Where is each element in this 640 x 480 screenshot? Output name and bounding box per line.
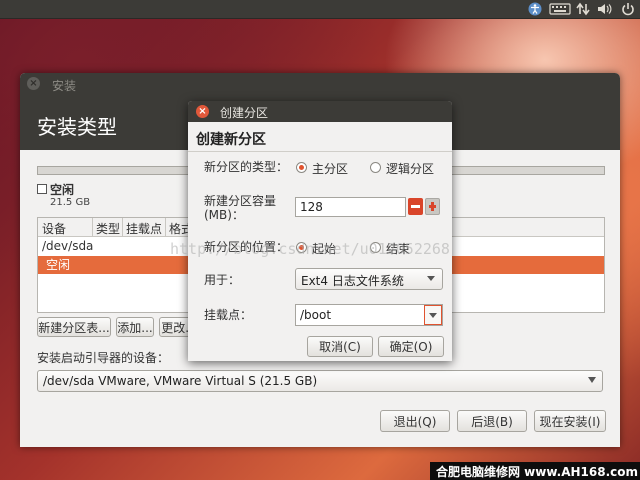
use-as-select[interactable]: Ext4 日志文件系统 xyxy=(295,268,443,290)
size-input[interactable]: 128 xyxy=(295,197,406,217)
radio-logical-label[interactable]: 逻辑分区 xyxy=(386,160,434,177)
free-space-size: 21.5 GB xyxy=(50,197,91,208)
mount-point-label: 挂载点： xyxy=(204,308,253,322)
power-icon[interactable] xyxy=(620,2,636,16)
dialog-heading: 创建新分区 xyxy=(196,132,266,148)
network-icon[interactable] xyxy=(575,2,591,16)
chevron-down-icon[interactable] xyxy=(424,305,442,325)
footer-watermark: 合肥电脑维修网 www.AH168.com xyxy=(430,462,640,480)
accessibility-icon[interactable] xyxy=(527,2,543,16)
column-mount[interactable]: 挂载点 xyxy=(126,220,162,237)
top-panel xyxy=(0,0,640,19)
row-device: /dev/sda xyxy=(42,239,94,253)
create-partition-dialog: × 创建分区 创建新分区 新分区的类型： 主分区 逻辑分区 新建分区容量 (MB… xyxy=(188,101,452,361)
use-as-label: 用于： xyxy=(204,273,241,287)
add-button[interactable]: 添加... xyxy=(116,317,154,337)
boot-loader-value: /dev/sda VMware, VMware Virtual S (21.5 … xyxy=(43,374,318,388)
size-unit-label: (MB)： xyxy=(204,208,244,222)
ok-button[interactable]: 确定(O) xyxy=(378,336,444,357)
row-device: 空闲 xyxy=(46,258,71,272)
boot-loader-label: 安装启动引导器的设备： xyxy=(37,351,170,365)
watermark-text: http://blog.csdn.net/u012052268 xyxy=(170,240,450,258)
installer-titlebar: × 安装 xyxy=(20,73,620,95)
volume-icon[interactable] xyxy=(596,2,612,16)
size-value: 128 xyxy=(300,200,323,214)
size-label: 新建分区容量 xyxy=(204,194,277,208)
cancel-button[interactable]: 取消(C) xyxy=(307,336,373,357)
footer-text: 合肥电脑维修网 www.AH168.com xyxy=(436,465,639,479)
decrease-size-button[interactable] xyxy=(408,198,423,215)
chevron-down-icon xyxy=(588,377,596,383)
radio-primary[interactable] xyxy=(296,162,307,173)
divider xyxy=(188,151,452,152)
chevron-down-icon xyxy=(427,276,435,281)
increase-size-button[interactable] xyxy=(425,198,440,215)
column-device[interactable]: 设备 xyxy=(42,220,66,237)
back-button[interactable]: 后退(B) xyxy=(457,410,527,432)
use-as-value: Ext4 日志文件系统 xyxy=(301,274,404,288)
close-icon[interactable]: × xyxy=(27,77,40,90)
page-title: 安装类型 xyxy=(37,115,117,139)
install-now-button[interactable]: 现在安装(I) xyxy=(534,410,606,432)
dialog-titlebar: × 创建分区 xyxy=(188,101,452,122)
boot-loader-select[interactable]: /dev/sda VMware, VMware Virtual S (21.5 … xyxy=(37,370,603,392)
radio-primary-label[interactable]: 主分区 xyxy=(312,160,348,177)
partition-type-label: 新分区的类型： xyxy=(204,160,289,174)
new-partition-table-button[interactable]: 新建分区表... xyxy=(37,317,111,337)
mount-point-value: /boot xyxy=(300,308,332,322)
dialog-window-title: 创建分区 xyxy=(220,106,269,120)
keyboard-icon[interactable] xyxy=(549,2,571,16)
free-space-swatch xyxy=(37,184,47,194)
quit-button[interactable]: 退出(Q) xyxy=(380,410,450,432)
installer-window-title: 安装 xyxy=(52,79,77,93)
close-icon[interactable]: × xyxy=(196,105,209,118)
mount-point-combo[interactable]: /boot xyxy=(295,304,443,326)
free-space-label: 空闲 xyxy=(50,183,75,197)
radio-logical[interactable] xyxy=(370,162,381,173)
column-type[interactable]: 类型 xyxy=(96,220,120,237)
